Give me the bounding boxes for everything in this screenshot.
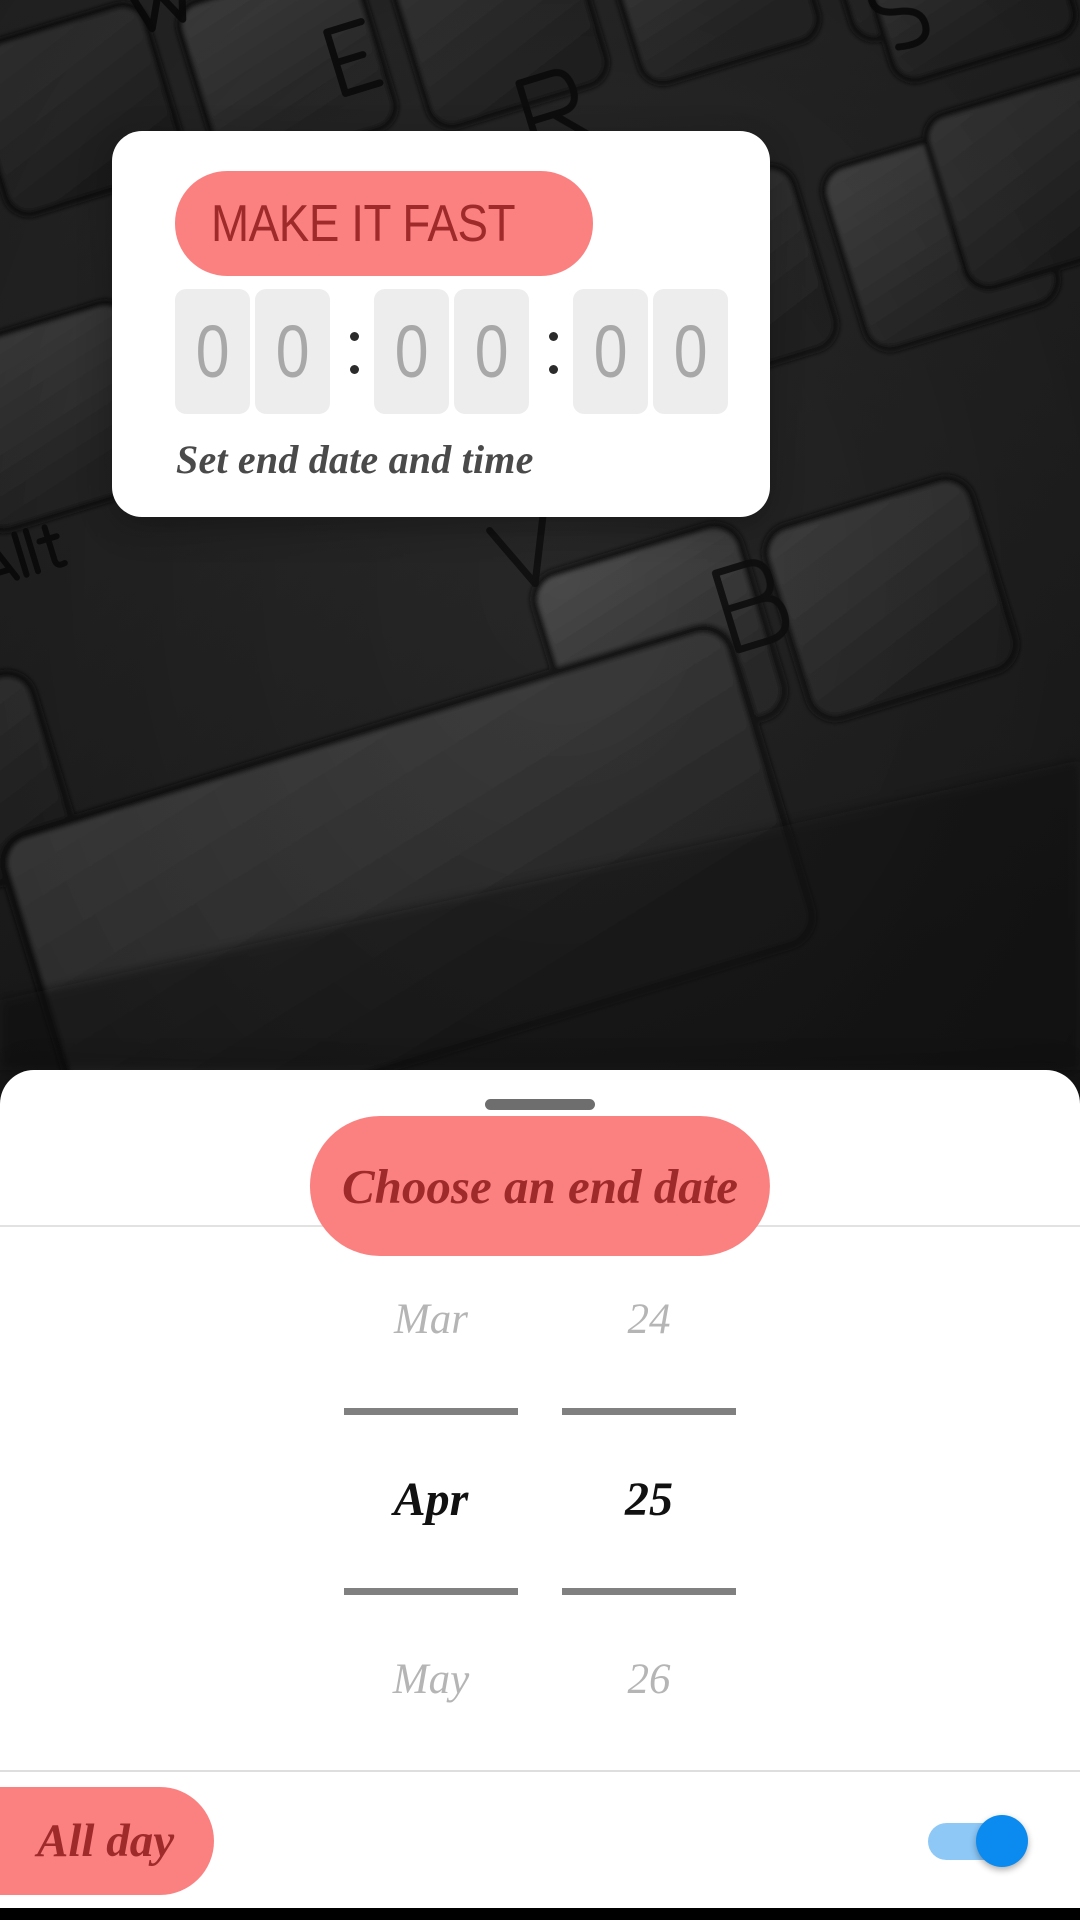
sheet-drag-handle[interactable] xyxy=(485,1099,595,1110)
all-day-label: All day xyxy=(37,1815,175,1867)
digit-glyph: 0 xyxy=(593,309,628,393)
toggle-thumb xyxy=(976,1815,1028,1867)
picker-month-next[interactable]: May xyxy=(322,1589,540,1769)
all-day-row: All day xyxy=(0,1772,1080,1910)
digit-glyph: 0 xyxy=(474,309,509,393)
digit-glyph: 0 xyxy=(673,309,708,393)
end-date-bottom-sheet: Choose an end date Mar Apr May 24 25 26 … xyxy=(0,1070,1080,1910)
picker-day-selected[interactable]: 25 xyxy=(540,1409,758,1589)
picker-column-day[interactable]: 24 25 26 xyxy=(540,1228,758,1770)
picker-month-previous[interactable]: Mar xyxy=(322,1229,540,1409)
picker-day-rule-top xyxy=(562,1408,736,1415)
countdown-digit-seconds-ones: 0 xyxy=(653,289,728,414)
picker-month-rule-bottom xyxy=(344,1588,518,1595)
digit-glyph: 0 xyxy=(394,309,429,393)
digit-glyph: 0 xyxy=(275,309,310,393)
colon-dot-icon xyxy=(549,364,558,374)
colon-dot-icon xyxy=(350,331,359,341)
all-day-toggle[interactable] xyxy=(928,1815,1028,1867)
countdown-digit-minutes-tens: 0 xyxy=(374,289,449,414)
picker-day-previous[interactable]: 24 xyxy=(540,1229,758,1409)
countdown-widget-card: MAKE IT FAST 0 0 0 0 0 0 Set end date an… xyxy=(112,131,770,517)
countdown-digit-seconds-tens: 0 xyxy=(573,289,648,414)
sheet-title-label: Choose an end date xyxy=(341,1158,739,1214)
picker-month-selected[interactable]: Apr xyxy=(322,1409,540,1589)
digit-glyph: 0 xyxy=(195,309,230,393)
countdown-digit-hours-ones: 0 xyxy=(255,289,330,414)
widget-title-label: MAKE IT FAST xyxy=(211,194,516,253)
system-navigation-bar xyxy=(0,1908,1080,1920)
picker-day-rule-bottom xyxy=(562,1588,736,1595)
widget-subtitle: Set end date and time xyxy=(176,437,534,482)
all-day-pill[interactable]: All day xyxy=(0,1787,215,1895)
countdown-separator-1 xyxy=(335,289,374,414)
picker-day-next[interactable]: 26 xyxy=(540,1589,758,1769)
picker-month-rule-top xyxy=(344,1408,518,1415)
countdown-digits-row: 0 0 0 0 0 0 xyxy=(175,289,728,414)
colon-dot-icon xyxy=(350,364,359,374)
countdown-digit-hours-tens: 0 xyxy=(175,289,250,414)
picker-column-month[interactable]: Mar Apr May xyxy=(322,1228,540,1770)
date-picker[interactable]: Mar Apr May 24 25 26 xyxy=(0,1228,1080,1770)
colon-dot-icon xyxy=(549,331,558,341)
widget-title-pill[interactable]: MAKE IT FAST xyxy=(175,171,593,276)
sheet-title-pill[interactable]: Choose an end date xyxy=(309,1116,771,1256)
countdown-digit-minutes-ones: 0 xyxy=(454,289,529,414)
countdown-separator-2 xyxy=(534,289,573,414)
